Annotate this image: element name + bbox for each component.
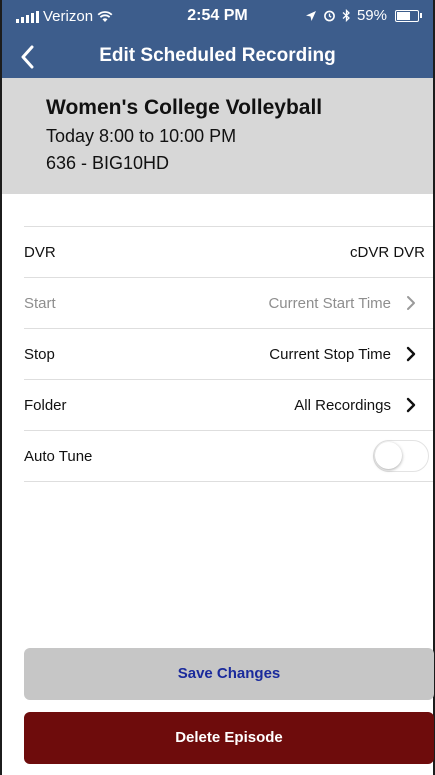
page-title: Edit Scheduled Recording (99, 45, 336, 66)
program-time: Today 8:00 to 10:00 PM (46, 126, 237, 146)
auto-tune-toggle[interactable] (373, 440, 429, 472)
status-bar: Verizon 2:54 PM 59% (2, 0, 433, 32)
stop-row[interactable]: Stop Current Stop Time (24, 329, 433, 380)
folder-label: Folder (24, 396, 67, 414)
app-header: Verizon 2:54 PM 59% Edit Scheduled Recor… (2, 0, 433, 78)
program-info: Women's College Volleyball Today 8:00 to… (2, 78, 433, 194)
location-arrow-icon (305, 10, 316, 21)
start-row[interactable]: Start Current Start Time (24, 278, 433, 329)
start-value: Current Start Time (268, 294, 391, 312)
battery-percent: 59% (356, 7, 387, 24)
bluetooth-icon (342, 9, 350, 22)
start-label: Start (24, 294, 56, 312)
folder-row[interactable]: Folder All Recordings (24, 380, 433, 431)
phone-screen: Verizon 2:54 PM 59% Edit Scheduled Recor… (0, 0, 435, 775)
auto-tune-label: Auto Tune (24, 447, 93, 465)
status-right: 59% (305, 7, 422, 24)
dvr-label: DVR (24, 243, 56, 261)
battery-icon (395, 9, 422, 22)
nav-bar: Edit Scheduled Recording (2, 36, 433, 78)
chevron-right-icon (405, 295, 417, 311)
stop-label: Stop (24, 345, 55, 363)
settings-list: DVR cDVR DVR Start Current Start Time St… (24, 226, 433, 482)
dvr-row[interactable]: DVR cDVR DVR (24, 227, 433, 278)
stop-value: Current Stop Time (269, 345, 391, 363)
program-channel: 636 - BIG10HD (46, 153, 170, 173)
save-changes-button[interactable]: Save Changes (24, 648, 434, 700)
dvr-value: cDVR DVR (349, 243, 425, 261)
chevron-right-icon (405, 346, 417, 362)
delete-episode-button[interactable]: Delete Episode (24, 712, 434, 764)
auto-tune-row: Auto Tune (24, 431, 433, 482)
folder-value: All Recordings (294, 396, 391, 414)
chevron-right-icon (405, 397, 417, 413)
alarm-icon (324, 10, 335, 22)
program-title: Women's College Volleyball (46, 96, 323, 119)
